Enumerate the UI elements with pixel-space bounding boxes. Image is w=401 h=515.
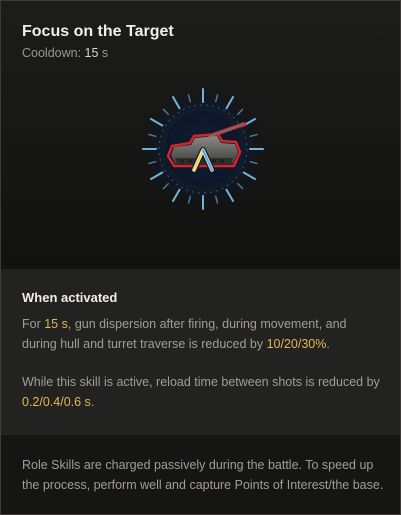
p2-text-2: . — [90, 395, 95, 409]
p1-text-1: For — [22, 317, 45, 331]
cooldown-unit: s — [98, 46, 109, 60]
cooldown-label: Cooldown: — [22, 46, 85, 60]
skill-tooltip: Focus on the Target Cooldown: 15 s When … — [0, 0, 401, 515]
p2-text-1: While this skill is active, reload time … — [22, 375, 380, 389]
footer-section: Role Skills are charged passively during… — [1, 435, 400, 514]
activated-paragraph-2: While this skill is active, reload time … — [22, 372, 384, 412]
tank-target-icon — [138, 84, 268, 214]
p1-highlight-duration: 15 s — [44, 317, 68, 331]
tooltip-header: Focus on the Target Cooldown: 15 s — [22, 21, 382, 62]
activated-section: When activated For 15 s, gun dispersion … — [1, 269, 400, 435]
activated-heading: When activated — [22, 290, 118, 305]
p2-highlight-reload: 0.2/0.4/0.6 s — [22, 395, 91, 409]
cooldown-line: Cooldown: 15 s — [22, 45, 382, 62]
p1-highlight-reduction: 10/20/30% — [266, 337, 327, 351]
cooldown-value: 15 — [84, 46, 99, 60]
footer-text: Role Skills are charged passively during… — [22, 458, 384, 492]
activated-paragraph-1: For 15 s, gun dispersion after firing, d… — [22, 314, 384, 354]
skill-title: Focus on the Target — [22, 23, 174, 40]
p1-text-3: . — [326, 337, 330, 351]
